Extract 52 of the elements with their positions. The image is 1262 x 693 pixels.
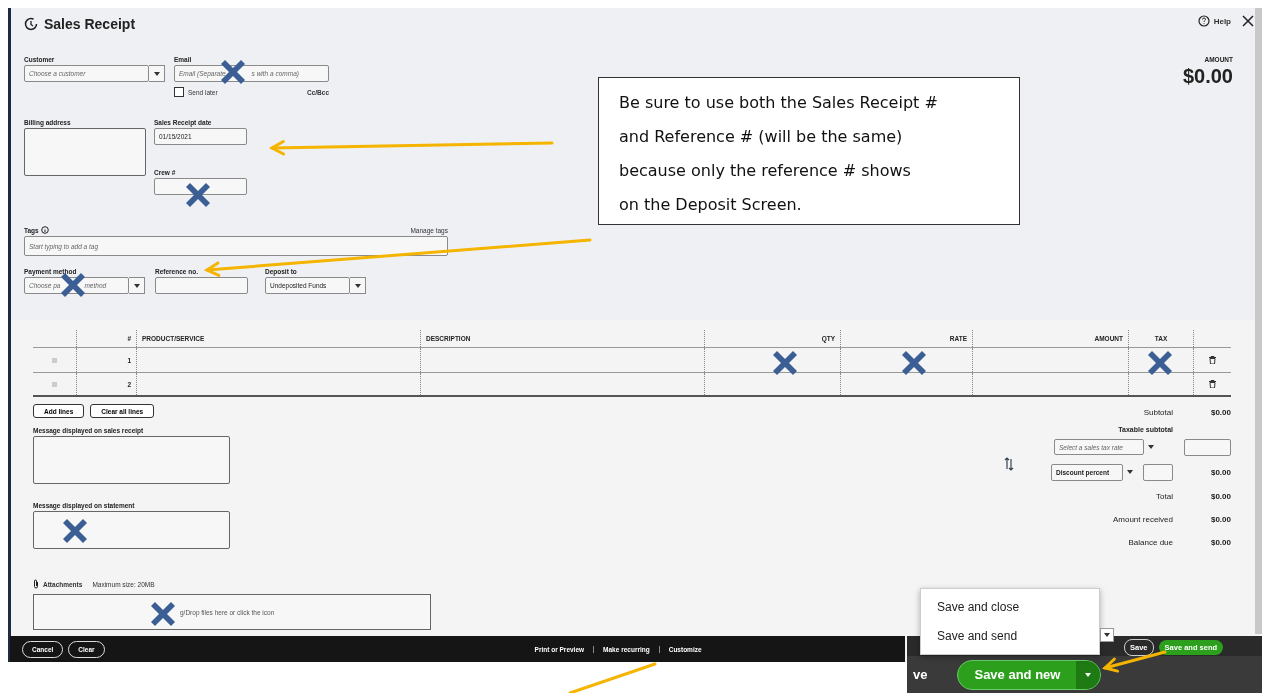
help-icon[interactable] bbox=[1197, 15, 1210, 27]
trash-icon[interactable] bbox=[1208, 356, 1216, 364]
total-value: $0.00 bbox=[1209, 515, 1231, 524]
reference-field[interactable] bbox=[155, 277, 248, 294]
caret-icon bbox=[1127, 470, 1133, 474]
total-value: $0.00 bbox=[1209, 492, 1231, 501]
drag-handle[interactable] bbox=[52, 381, 57, 387]
total-value: $0.00 bbox=[1209, 467, 1231, 477]
paperclip-icon[interactable] bbox=[33, 579, 39, 589]
callout-text: because only the reference # shows bbox=[619, 160, 912, 182]
x-mark-icon bbox=[151, 602, 175, 626]
menu-item[interactable]: Save and send bbox=[921, 628, 1099, 643]
message-field[interactable] bbox=[33, 436, 230, 484]
page-title: Sales Receipt bbox=[44, 16, 136, 32]
tax-amount-field[interactable] bbox=[1184, 438, 1231, 456]
menu-item[interactable]: Save and close bbox=[921, 600, 1099, 615]
crew-field[interactable] bbox=[154, 178, 247, 195]
discount-field[interactable] bbox=[1143, 463, 1173, 481]
x-mark-icon bbox=[61, 273, 85, 297]
x-mark-icon bbox=[773, 351, 797, 375]
trash-icon[interactable] bbox=[1208, 380, 1216, 388]
message-field[interactable] bbox=[33, 511, 230, 549]
total-label: Balance due bbox=[1128, 538, 1173, 547]
total-value: $0.00 bbox=[1209, 538, 1231, 547]
x-mark-icon bbox=[1148, 351, 1172, 375]
total-label: Subtotal bbox=[1143, 407, 1173, 417]
caret-icon bbox=[1085, 672, 1092, 677]
dropdown-button[interactable] bbox=[1100, 628, 1114, 642]
swap-icon[interactable] bbox=[1003, 455, 1015, 473]
callout-text: and Reference # (will be the same) bbox=[619, 126, 904, 148]
x-mark-icon bbox=[186, 183, 210, 207]
caret-icon bbox=[354, 283, 361, 288]
x-mark-icon bbox=[63, 519, 87, 543]
caret-icon bbox=[153, 71, 160, 76]
arrow bbox=[1101, 650, 1167, 673]
callout-text: Be sure to use both the Sales Receipt # bbox=[619, 92, 939, 114]
drag-handle[interactable] bbox=[52, 357, 57, 363]
amount-value: $0.00 bbox=[1182, 65, 1233, 88]
total-label: Amount received bbox=[1112, 515, 1173, 524]
help-link[interactable]: Help bbox=[1213, 16, 1231, 26]
total-label: Total bbox=[1156, 492, 1173, 501]
billing-address-field[interactable] bbox=[24, 128, 146, 176]
history-icon[interactable] bbox=[24, 17, 38, 31]
total-value: $0.00 bbox=[1209, 407, 1231, 417]
caret-icon bbox=[133, 283, 140, 288]
callout-text: on the Deposit Screen. bbox=[619, 194, 803, 216]
checkbox[interactable] bbox=[174, 87, 184, 97]
close-icon[interactable] bbox=[1241, 14, 1255, 28]
caret-icon bbox=[1148, 445, 1154, 449]
info-icon bbox=[40, 226, 49, 234]
x-mark-icon bbox=[902, 351, 926, 375]
save-button[interactable]: ve bbox=[913, 667, 928, 682]
